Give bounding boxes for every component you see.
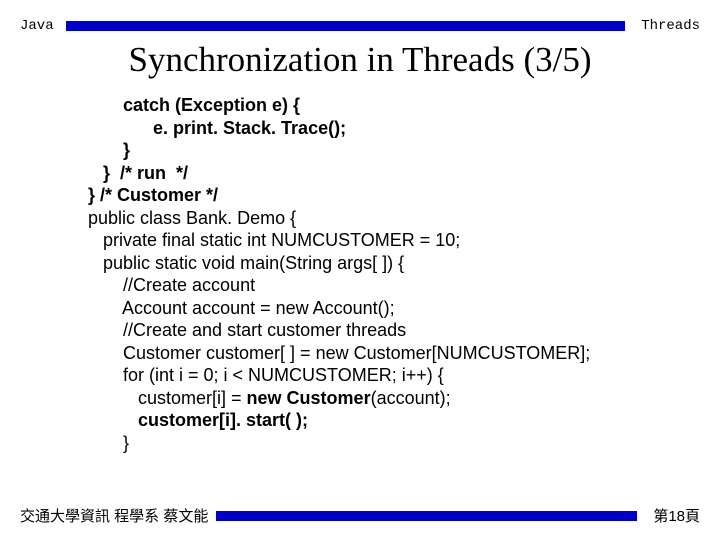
- footer-page-number: 第18頁: [645, 505, 700, 526]
- code-text-bold: new Customer: [247, 388, 371, 408]
- code-text: (account);: [371, 388, 451, 408]
- code-line: e. print. Stack. Trace();: [88, 117, 720, 140]
- header-bar-row: Java Threads: [0, 0, 720, 34]
- code-block: catch (Exception e) { e. print. Stack. T…: [0, 94, 720, 454]
- code-line: Account account = new Account();: [88, 297, 720, 320]
- header-right-label: Threads: [633, 18, 700, 34]
- code-line: catch (Exception e) {: [88, 94, 720, 117]
- code-line: customer[i] = new Customer(account);: [88, 387, 720, 410]
- code-line: }: [88, 432, 720, 455]
- code-line: //Create account: [88, 274, 720, 297]
- footer-bar-row: 交通大學資訊 程學系 蔡文能 第18頁: [0, 505, 720, 526]
- code-line: } /* run */: [88, 162, 720, 185]
- code-line: public static void main(String args[ ]) …: [88, 252, 720, 275]
- footer-blue-bar: [216, 511, 637, 521]
- code-line: Customer customer[ ] = new Customer[NUMC…: [88, 342, 720, 365]
- code-line: customer[i]. start( );: [88, 409, 720, 432]
- slide-title: Synchronization in Threads (3/5): [0, 34, 720, 94]
- code-line: }: [88, 139, 720, 162]
- code-line: private final static int NUMCUSTOMER = 1…: [88, 229, 720, 252]
- code-text: [88, 410, 138, 430]
- footer-left-label: 交通大學資訊 程學系 蔡文能: [20, 505, 208, 526]
- code-line: for (int i = 0; i < NUMCUSTOMER; i++) {: [88, 364, 720, 387]
- header-left-label: Java: [20, 18, 58, 34]
- code-line: } /* Customer */: [88, 184, 720, 207]
- header-blue-bar: [66, 21, 625, 31]
- code-text: customer[i] =: [88, 388, 247, 408]
- code-line: public class Bank. Demo {: [88, 207, 720, 230]
- code-line: //Create and start customer threads: [88, 319, 720, 342]
- code-text-bold: customer[i]. start( );: [138, 410, 308, 430]
